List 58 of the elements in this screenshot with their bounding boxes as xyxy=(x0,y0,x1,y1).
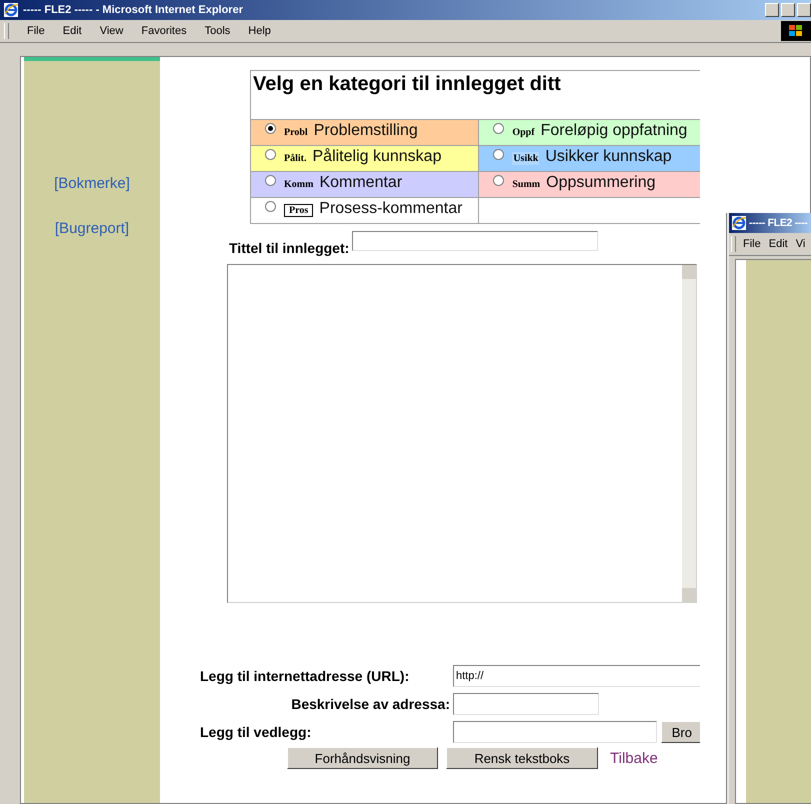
category-cell[interactable]: Probl Problemstilling xyxy=(250,120,479,146)
category-cell[interactable]: Komm Kommentar xyxy=(250,172,479,198)
category-label: Problemstilling xyxy=(314,122,418,139)
field-label: Legg til vedlegg: xyxy=(200,724,312,740)
category-label: Prosess-kommentar xyxy=(319,200,462,217)
category-cell[interactable]: Pros Prosess-kommentar xyxy=(250,198,479,224)
radio-button[interactable] xyxy=(265,175,276,186)
menu-item[interactable]: View xyxy=(92,23,132,39)
scrollbar[interactable] xyxy=(682,265,696,602)
category-code: Usikk xyxy=(512,152,540,165)
category-code: Komm xyxy=(284,179,314,190)
url-input-field[interactable]: http:// xyxy=(453,665,700,687)
back-link[interactable]: Tilbake xyxy=(610,750,658,766)
browser-icon xyxy=(3,2,19,18)
field-label: Beskrivelse av adressa: xyxy=(290,696,451,712)
category-code: Probl xyxy=(284,127,308,138)
category-label: Usikker kunnskap xyxy=(545,148,672,165)
category-code: Pålit. xyxy=(284,153,306,164)
file-input-field[interactable] xyxy=(453,721,657,743)
table-heading: Velg en kategori til innlegget ditt xyxy=(253,73,561,95)
category-code: Pros xyxy=(284,204,314,217)
description-input-field[interactable] xyxy=(453,693,599,715)
category-label: Oppsummering xyxy=(546,174,656,191)
radio-button[interactable] xyxy=(493,149,504,160)
browse-button[interactable]: Bro xyxy=(660,721,700,743)
form-button[interactable]: Forhåndsvisning xyxy=(287,747,438,769)
radio-button[interactable] xyxy=(265,123,276,134)
window-title: ----- FLE2 ---- xyxy=(749,217,808,229)
menu-item[interactable]: Help xyxy=(240,23,279,39)
category-label: Pålitelig kunnskap xyxy=(312,148,442,165)
sidebar-link[interactable]: [Bugreport] xyxy=(54,220,130,237)
category-label: Foreløpig oppfatning xyxy=(540,122,688,139)
radio-button[interactable] xyxy=(493,123,504,134)
menu-item[interactable]: Favorites xyxy=(133,23,195,39)
category-cell[interactable]: Pålit. Pålitelig kunnskap xyxy=(250,146,479,172)
form-button[interactable]: Rensk tekstboks xyxy=(446,747,598,769)
category-cell[interactable]: Usikk Usikker kunnskap xyxy=(478,146,700,172)
menu-item[interactable]: Vi xyxy=(792,236,810,252)
menu-item[interactable]: File xyxy=(739,236,765,252)
sidebar-link[interactable]: [Bokmerke] xyxy=(54,175,130,192)
category-cell[interactable]: Oppf Foreløpig oppfatning xyxy=(478,120,700,146)
window-title: ----- FLE2 ----- - Microsoft Internet Explorer xyxy=(23,4,243,16)
radio-button[interactable] xyxy=(493,175,504,186)
windows-logo-icon xyxy=(781,21,811,41)
menu-item[interactable]: File xyxy=(19,23,53,39)
browser-icon xyxy=(731,215,747,231)
menu-item[interactable]: Edit xyxy=(764,236,792,252)
category-cell[interactable]: Summ Oppsummering xyxy=(478,172,700,198)
field-label: Tittel til innlegget: xyxy=(229,240,350,256)
field-label: Legg til internettadresse (URL): xyxy=(200,668,410,684)
radio-button[interactable] xyxy=(265,201,276,212)
category-code: Oppf xyxy=(512,127,535,138)
category-label: Kommentar xyxy=(319,174,402,191)
menu-item[interactable]: Tools xyxy=(196,23,238,39)
radio-button[interactable] xyxy=(265,149,276,160)
category-code: Summ xyxy=(512,179,540,190)
menu-item[interactable]: Edit xyxy=(54,23,90,39)
title-input-field[interactable] xyxy=(352,231,598,251)
